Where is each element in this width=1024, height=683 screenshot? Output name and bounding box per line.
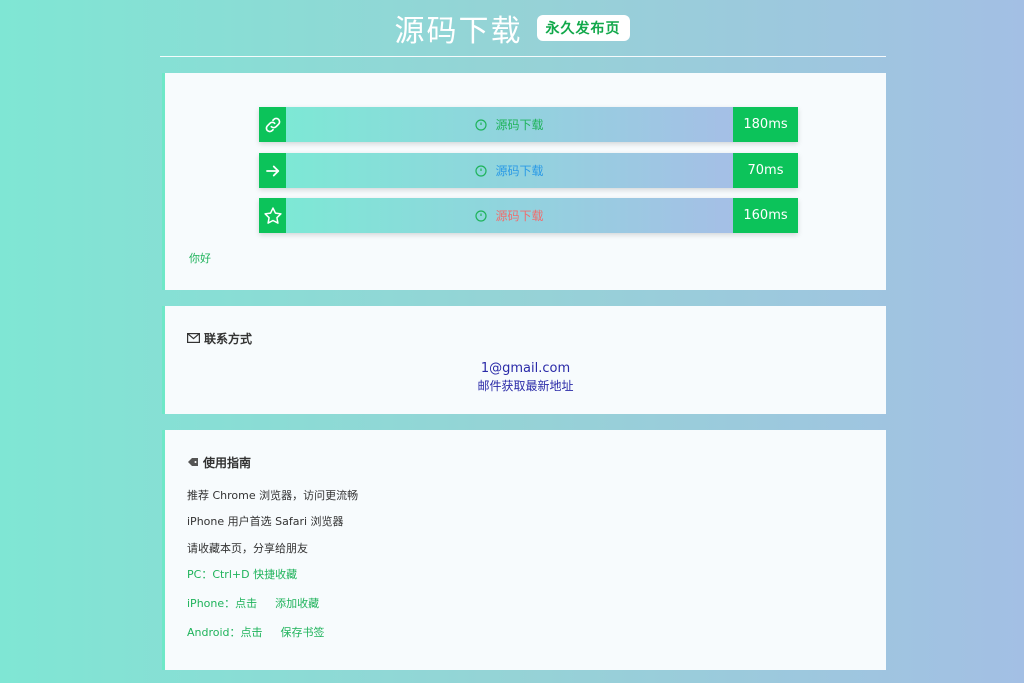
download-link-2-latency: 70ms <box>733 153 798 188</box>
page-title: 源码下载 <box>394 14 523 49</box>
download-link-1-latency: 180ms <box>733 107 798 142</box>
contact-section-title: 联系方式 <box>187 330 252 347</box>
clock-icon <box>475 118 488 131</box>
contact-title: 联系方式 <box>204 332 253 346</box>
link-icon <box>259 107 286 142</box>
download-link-1-body[interactable]: 源码下载 <box>286 107 733 142</box>
download-link-3-body[interactable]: 源码下载 <box>286 198 733 233</box>
guide-android-row: Android：点击 保存书签 <box>187 624 325 640</box>
contact-note: 邮件获取最新地址 <box>477 379 574 393</box>
download-link-2-body[interactable]: 源码下载 <box>286 153 733 188</box>
greeting-text: 你好 <box>189 252 211 265</box>
guide-line-1: 推荐 Chrome 浏览器，访问更流畅 <box>187 489 359 502</box>
clock-icon <box>475 209 488 222</box>
download-link-3[interactable]: 源码下载 160ms <box>259 198 798 233</box>
guide-iphone-label: iPhone：点击 <box>187 597 258 610</box>
download-links-card: 源码下载 180ms 源码下载 70ms 源码下载 160ms 你好 <box>162 73 886 290</box>
guide-android-label: Android：点击 <box>187 626 263 639</box>
download-link-1[interactable]: 源码下载 180ms <box>259 107 798 142</box>
arrow-right-icon <box>259 153 286 188</box>
tag-icon <box>187 456 199 470</box>
download-link-3-label: 源码下载 <box>495 209 544 223</box>
guide-line-4: PC：Ctrl+D 快捷收藏 <box>187 568 298 581</box>
guide-android-action[interactable]: 保存书签 <box>281 626 325 639</box>
contact-card: 联系方式 1@gmail.com 邮件获取最新地址 <box>162 306 886 414</box>
clock-icon <box>475 164 488 177</box>
guide-line-2: iPhone 用户首选 Safari 浏览器 <box>187 515 344 528</box>
guide-card: 使用指南 推荐 Chrome 浏览器，访问更流畅 iPhone 用户首选 Saf… <box>162 430 886 670</box>
permanent-release-badge: 永久发布页 <box>536 15 630 41</box>
page-title-wrap: 源码下载 永久发布页 <box>0 6 1024 50</box>
download-link-1-label: 源码下载 <box>495 118 544 132</box>
guide-title: 使用指南 <box>203 456 252 470</box>
guide-line-3: 请收藏本页，分享给朋友 <box>187 542 308 555</box>
contact-email[interactable]: 1@gmail.com <box>165 361 886 376</box>
envelope-icon <box>187 332 201 346</box>
download-link-2-label: 源码下载 <box>495 164 544 178</box>
star-icon <box>259 198 286 233</box>
download-link-3-latency: 160ms <box>733 198 798 233</box>
page-header: 源码下载 永久发布页 <box>0 0 1024 58</box>
guide-iphone-row: iPhone：点击 添加收藏 <box>187 595 319 611</box>
header-divider <box>160 56 886 57</box>
download-link-2[interactable]: 源码下载 70ms <box>259 153 798 188</box>
guide-iphone-action[interactable]: 添加收藏 <box>275 597 319 610</box>
guide-section-title: 使用指南 <box>187 454 251 471</box>
